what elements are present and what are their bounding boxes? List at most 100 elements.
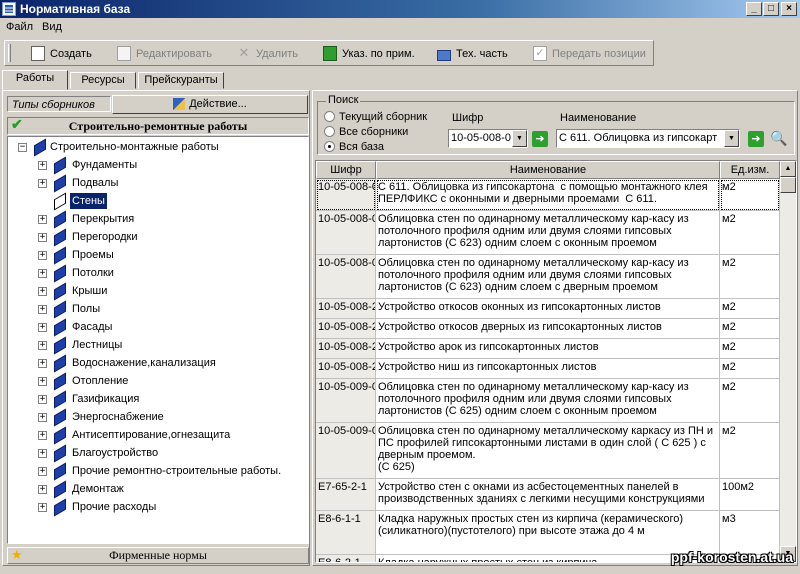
expand-icon[interactable]: + — [38, 341, 47, 350]
cell-name[interactable]: Кладка наружных простых стен из кирпича — [376, 555, 720, 562]
cell-unit[interactable]: м2 — [720, 379, 780, 423]
expand-icon[interactable]: + — [38, 305, 47, 314]
radio-current-collection[interactable]: Текущий сборник — [324, 110, 427, 124]
cell-unit[interactable]: м2 — [720, 299, 780, 319]
toolbar-grip[interactable] — [8, 44, 11, 62]
cell-code[interactable]: 10-05-008-2 — [316, 359, 376, 379]
expand-icon[interactable]: + — [38, 161, 47, 170]
tree-item-label: Прочие расходы — [72, 501, 157, 513]
radio-dot-selected — [324, 140, 335, 152]
expand-icon[interactable]: + — [38, 233, 47, 242]
action-button[interactable]: Действие... — [112, 95, 308, 114]
expand-icon[interactable]: + — [38, 485, 47, 494]
norms-table[interactable]: Шифр Наименование Ед.изм. 10-05-008-0 С 6… — [315, 160, 797, 563]
cell-name[interactable]: Устройство арок из гипсокартонных листов — [376, 339, 720, 359]
cell-name[interactable]: Облицовка стен по одинарному металлическ… — [376, 255, 720, 299]
cell-unit[interactable]: м2 — [720, 179, 780, 211]
tech-part-button[interactable]: Тех. часть — [437, 45, 508, 63]
cell-unit[interactable]: м2 — [720, 339, 780, 359]
expand-icon[interactable]: + — [38, 467, 47, 476]
delete-button[interactable]: ✕ Удалить — [237, 45, 298, 63]
expand-icon[interactable]: + — [38, 395, 47, 404]
book-icon — [52, 374, 66, 387]
minimize-button[interactable]: _ — [746, 2, 762, 16]
cell-unit[interactable]: м2 — [720, 423, 780, 479]
maximize-button[interactable]: □ — [763, 2, 779, 16]
name-label: Наименование — [560, 112, 637, 124]
expand-icon[interactable]: + — [38, 449, 47, 458]
cell-code[interactable]: 10-05-008-0 — [316, 179, 376, 211]
cell-name[interactable]: Облицовка стен по одинарному металлическ… — [376, 379, 720, 423]
cell-unit[interactable]: м2 — [720, 359, 780, 379]
code-label: Шифр — [452, 112, 484, 124]
collapse-icon[interactable]: − — [18, 143, 27, 152]
tab-price-lists[interactable]: Прейскуранты — [138, 72, 224, 89]
code-combobox[interactable]: 10-05-008-0 ▼ — [448, 129, 528, 148]
cell-code[interactable]: Е8-6-1-1 — [316, 511, 376, 555]
cell-name[interactable]: Устройство стен с окнами из асбестоцемен… — [376, 479, 720, 511]
collection-tree[interactable]: − Строительно-монтажные работы + Фундамен… — [7, 136, 309, 544]
cell-unit[interactable]: м2 — [720, 255, 780, 299]
go-name-button[interactable]: ➜ — [748, 131, 764, 147]
cell-name[interactable]: Устройство откосов оконных из гипсокарто… — [376, 299, 720, 319]
vertical-scrollbar[interactable]: ▲ ▼ — [780, 161, 796, 562]
chevron-down-icon[interactable]: ▼ — [512, 130, 527, 147]
search-icon[interactable]: 🔍 — [770, 129, 787, 147]
scroll-thumb[interactable] — [780, 177, 796, 193]
scroll-up-icon[interactable]: ▲ — [780, 161, 796, 177]
expand-icon[interactable]: + — [38, 377, 47, 386]
cell-unit[interactable]: м2 — [720, 319, 780, 339]
col-header-code[interactable]: Шифр — [316, 161, 376, 179]
cell-code[interactable]: Е7-65-2-1 — [316, 479, 376, 511]
col-header-unit[interactable]: Ед.изм. — [720, 161, 780, 179]
cell-name[interactable]: Кладка наружных простых стен из кирпича … — [376, 511, 720, 555]
expand-icon[interactable]: + — [38, 269, 47, 278]
create-button[interactable]: Создать — [31, 45, 92, 63]
guide-label: Указ. по прим. — [342, 48, 415, 60]
cell-code[interactable]: 10-05-008-2 — [316, 319, 376, 339]
cell-name[interactable]: С 611. Облицовка из гипсокартона с помощ… — [376, 179, 720, 211]
edit-label: Редактировать — [136, 48, 212, 60]
expand-icon[interactable]: + — [38, 287, 47, 296]
cell-unit[interactable]: 100м2 — [720, 479, 780, 511]
transfer-positions-button[interactable]: ✓ Передать позиции — [533, 45, 646, 63]
tab-works[interactable]: Работы — [2, 70, 68, 90]
expand-icon[interactable]: + — [38, 413, 47, 422]
tree-item-label: Водоснажение,канализация — [72, 357, 216, 369]
menu-view[interactable]: Вид — [42, 21, 62, 33]
cell-code[interactable]: 10-05-008-0 — [316, 255, 376, 299]
name-combobox[interactable]: С 611. Облицовка из гипсокарт ▼ — [556, 129, 740, 148]
cell-name[interactable]: Устройство откосов дверных из гипсокарто… — [376, 319, 720, 339]
cell-code[interactable]: 10-05-009-0 — [316, 379, 376, 423]
section-title-bar[interactable]: ✔ Строительно-ремонтные работы — [7, 117, 309, 135]
chevron-down-icon[interactable]: ▼ — [724, 130, 739, 147]
cell-code[interactable]: 10-05-008-0 — [316, 211, 376, 255]
action-label: Действие... — [189, 98, 247, 110]
expand-icon[interactable]: + — [38, 431, 47, 440]
expand-icon[interactable]: + — [38, 359, 47, 368]
section-title: Строительно-ремонтные работы — [68, 119, 248, 133]
tab-resources[interactable]: Ресурсы — [70, 72, 136, 89]
cell-unit[interactable]: м2 — [720, 211, 780, 255]
expand-icon[interactable]: + — [38, 323, 47, 332]
cell-name[interactable]: Устройство ниш из гипсокартонных листов — [376, 359, 720, 379]
expand-icon[interactable]: + — [38, 179, 47, 188]
cell-name[interactable]: Облицовка стен по одинарному металлическ… — [376, 423, 720, 479]
cell-code[interactable]: 10-05-008-2 — [316, 299, 376, 319]
radio-all-collections[interactable]: Все сборники — [324, 125, 408, 139]
edit-button[interactable]: Редактировать — [117, 45, 212, 63]
company-norms-bar[interactable]: ★ Фирменные нормы — [7, 547, 309, 564]
expand-icon[interactable]: + — [38, 251, 47, 260]
go-code-button[interactable]: ➜ — [532, 131, 548, 147]
menu-file[interactable]: Файл — [6, 21, 33, 33]
radio-whole-base[interactable]: Вся база — [324, 140, 384, 154]
guide-button[interactable]: Указ. по прим. — [323, 45, 415, 63]
cell-code[interactable]: 10-05-008-2 — [316, 339, 376, 359]
cell-code[interactable]: Е8-6-2-1 — [316, 555, 376, 562]
close-button[interactable]: × — [781, 2, 797, 16]
col-header-name[interactable]: Наименование — [376, 161, 720, 179]
cell-name[interactable]: Облицовка стен по одинарному металлическ… — [376, 211, 720, 255]
expand-icon[interactable]: + — [38, 503, 47, 512]
expand-icon[interactable]: + — [38, 215, 47, 224]
cell-code[interactable]: 10-05-009-0 — [316, 423, 376, 479]
